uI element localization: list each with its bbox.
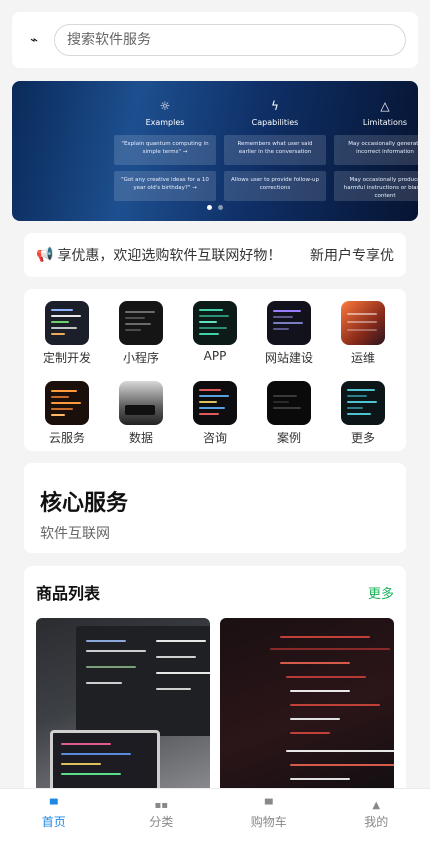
category-item-mini-program[interactable]: 小程序 bbox=[104, 301, 178, 371]
core-service-title: 核心服务 bbox=[40, 491, 129, 516]
notice-text: 享优惠，欢迎选购软件互联网好物！ bbox=[57, 248, 282, 264]
tab-home[interactable]: ▀ 首页 bbox=[0, 789, 108, 844]
category-item-cloud[interactable]: 云服务 bbox=[30, 381, 104, 451]
tab-label: 购物车 bbox=[250, 815, 287, 829]
banner-column-examples: ☼ Examples "Explain quantum computing in… bbox=[110, 99, 220, 207]
more-code-icon bbox=[341, 381, 385, 425]
tab-cart[interactable]: ▀ 购物车 bbox=[215, 789, 323, 844]
search-input[interactable] bbox=[54, 24, 406, 56]
category-label: 运维 bbox=[350, 351, 375, 365]
tab-label: 我的 bbox=[364, 815, 389, 829]
banner-column-title: Examples bbox=[145, 118, 185, 127]
tab-label: 首页 bbox=[41, 815, 66, 829]
code-screen-icon bbox=[45, 301, 89, 345]
category-label: 定制开发 bbox=[42, 351, 91, 365]
app-logo-icon[interactable]: ⌁ bbox=[26, 33, 42, 48]
category-label: APP bbox=[203, 349, 227, 363]
product-list-section: 商品列表 更多 bbox=[24, 566, 406, 826]
banner-column-limitations: △ Limitations May occasionally generate … bbox=[330, 99, 418, 207]
cloud-code-icon bbox=[45, 381, 89, 425]
search-bar: ⌁ bbox=[12, 12, 418, 68]
banner-column-capabilities: ϟ Capabilities Remembers what user said … bbox=[220, 99, 330, 207]
consulting-code-icon bbox=[193, 381, 237, 425]
category-label: 更多 bbox=[350, 431, 375, 445]
laptop-screen bbox=[50, 730, 160, 794]
case-screen-icon bbox=[267, 381, 311, 425]
monitor-screen bbox=[76, 626, 210, 736]
lightning-icon: ϟ bbox=[271, 99, 279, 113]
home-icon: ▀ bbox=[49, 800, 58, 811]
banner-carousel[interactable]: ☼ Examples "Explain quantum computing in… bbox=[12, 81, 418, 221]
user-icon: ▲ bbox=[372, 800, 381, 811]
banner-limitation-item: May occasionally generate incorrect info… bbox=[334, 135, 418, 165]
grid-icon: ▪▪ bbox=[154, 800, 169, 811]
website-code-icon bbox=[267, 301, 311, 345]
category-item-ops[interactable]: 运维 bbox=[326, 301, 400, 371]
carousel-dot[interactable] bbox=[207, 205, 212, 210]
category-label: 案例 bbox=[276, 431, 301, 445]
category-grid: 定制开发 小程序 APP 网站建设 运维 云服务 数据 咨询 案例 更多 bbox=[24, 289, 406, 451]
category-item-custom-dev[interactable]: 定制开发 bbox=[30, 301, 104, 371]
core-service-card[interactable]: 核心服务 软件互联网 bbox=[24, 463, 406, 553]
category-label: 云服务 bbox=[48, 431, 85, 445]
banner-column-title: Capabilities bbox=[251, 118, 299, 127]
server-rack-icon bbox=[341, 301, 385, 345]
sun-icon: ☼ bbox=[159, 99, 171, 113]
tab-profile[interactable]: ▲ 我的 bbox=[323, 789, 430, 844]
banner-example-item: "Explain quantum computing in simple ter… bbox=[114, 135, 216, 165]
product-more-link[interactable]: 更多 bbox=[368, 583, 394, 602]
code-editor-icon bbox=[119, 301, 163, 345]
notice-promo-tag: 新用户专享优 bbox=[310, 248, 394, 264]
core-service-subtitle: 软件互联网 bbox=[40, 526, 110, 542]
category-item-cases[interactable]: 案例 bbox=[252, 381, 326, 451]
carousel-dot[interactable] bbox=[218, 205, 223, 210]
notice-bar[interactable]: 📢 享优惠，欢迎选购软件互联网好物！ 新用户专享优 bbox=[24, 233, 406, 277]
category-label: 数据 bbox=[128, 431, 153, 445]
product-list-title: 商品列表 bbox=[36, 584, 101, 603]
category-label: 咨询 bbox=[202, 431, 227, 445]
tab-category[interactable]: ▪▪ 分类 bbox=[108, 789, 216, 844]
megaphone-icon: 📢 bbox=[36, 247, 54, 263]
tab-label: 分类 bbox=[149, 815, 174, 829]
category-item-data[interactable]: 数据 bbox=[104, 381, 178, 451]
category-item-website[interactable]: 网站建设 bbox=[252, 301, 326, 371]
banner-column-title: Limitations bbox=[362, 118, 408, 127]
cart-icon: ▀ bbox=[264, 800, 273, 811]
carousel-indicator bbox=[12, 195, 418, 214]
category-item-more[interactable]: 更多 bbox=[326, 381, 400, 451]
app-code-icon bbox=[193, 301, 237, 345]
category-label: 小程序 bbox=[122, 351, 159, 365]
category-label: 网站建设 bbox=[264, 351, 313, 365]
banner-capability-item: Remembers what user said earlier in the … bbox=[224, 135, 326, 165]
bottom-tab-bar: ▀ 首页 ▪▪ 分类 ▀ 购物车 ▲ 我的 bbox=[0, 788, 430, 844]
category-item-consulting[interactable]: 咨询 bbox=[178, 381, 252, 451]
laptop-icon bbox=[119, 381, 163, 425]
category-item-app[interactable]: APP bbox=[178, 301, 252, 371]
warning-icon: △ bbox=[380, 99, 390, 113]
